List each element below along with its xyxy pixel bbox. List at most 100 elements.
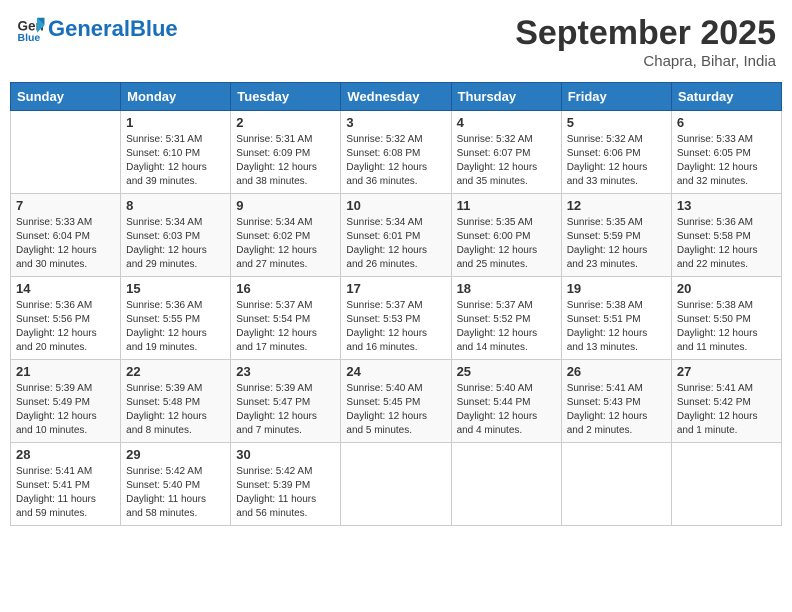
cell-daylight-info: Sunrise: 5:36 AM Sunset: 5:55 PM Dayligh… bbox=[126, 299, 225, 355]
calendar-cell: 25 Sunrise: 5:40 AM Sunset: 5:44 PM Dayli… bbox=[451, 360, 561, 443]
cell-daylight-info: Sunrise: 5:32 AM Sunset: 6:07 PM Dayligh… bbox=[457, 133, 556, 189]
day-number: 16 bbox=[236, 281, 335, 296]
calendar-cell bbox=[451, 443, 561, 526]
day-number: 15 bbox=[126, 281, 225, 296]
calendar-cell: 12Sunrise: 5:35 AM Sunset: 5:59 PM Dayli… bbox=[561, 194, 671, 277]
cell-daylight-info: Sunrise: 5:34 AM Sunset: 6:03 PM Dayligh… bbox=[126, 216, 225, 272]
calendar-cell: 9 Sunrise: 5:34 AM Sunset: 6:02 PM Daylig… bbox=[231, 194, 341, 277]
cell-daylight-info: Sunrise: 5:37 AM Sunset: 5:54 PM Dayligh… bbox=[236, 299, 335, 355]
day-number: 5 bbox=[567, 115, 666, 130]
calendar-cell: 2 Sunrise: 5:31 AM Sunset: 6:09 PM Daylig… bbox=[231, 111, 341, 194]
day-number: 18 bbox=[457, 281, 556, 296]
weekday-header: Saturday bbox=[671, 83, 781, 111]
cell-daylight-info: Sunrise: 5:41 AM Sunset: 5:43 PM Dayligh… bbox=[567, 382, 666, 438]
calendar-week-row: 28Sunrise: 5:41 AM Sunset: 5:41 PM Dayli… bbox=[11, 443, 782, 526]
cell-daylight-info: Sunrise: 5:33 AM Sunset: 6:04 PM Dayligh… bbox=[16, 216, 115, 272]
day-number: 29 bbox=[126, 447, 225, 462]
calendar-cell: 19 Sunrise: 5:38 AM Sunset: 5:51 PM Dayli… bbox=[561, 277, 671, 360]
cell-daylight-info: Sunrise: 5:42 AM Sunset: 5:40 PM Dayligh… bbox=[126, 465, 225, 521]
calendar-cell bbox=[11, 111, 121, 194]
cell-daylight-info: Sunrise: 5:41 AM Sunset: 5:42 PM Dayligh… bbox=[677, 382, 776, 438]
calendar-cell: 13 Sunrise: 5:36 AM Sunset: 5:58 PM Dayli… bbox=[671, 194, 781, 277]
day-number: 4 bbox=[457, 115, 556, 130]
month-title: September 2025 bbox=[515, 14, 776, 53]
calendar-cell: 14 Sunrise: 5:36 AM Sunset: 5:56 PM Dayli… bbox=[11, 277, 121, 360]
calendar-cell: 18 Sunrise: 5:37 AM Sunset: 5:52 PM Dayli… bbox=[451, 277, 561, 360]
calendar-cell: 27 Sunrise: 5:41 AM Sunset: 5:42 PM Dayli… bbox=[671, 360, 781, 443]
svg-text:Blue: Blue bbox=[18, 32, 41, 44]
calendar-cell: 26Sunrise: 5:41 AM Sunset: 5:43 PM Dayli… bbox=[561, 360, 671, 443]
cell-daylight-info: Sunrise: 5:39 AM Sunset: 5:49 PM Dayligh… bbox=[16, 382, 115, 438]
calendar-cell: 17 Sunrise: 5:37 AM Sunset: 5:53 PM Dayli… bbox=[341, 277, 451, 360]
cell-daylight-info: Sunrise: 5:32 AM Sunset: 6:06 PM Dayligh… bbox=[567, 133, 666, 189]
cell-daylight-info: Sunrise: 5:36 AM Sunset: 5:56 PM Dayligh… bbox=[16, 299, 115, 355]
day-number: 27 bbox=[677, 364, 776, 379]
day-number: 25 bbox=[457, 364, 556, 379]
weekday-header: Thursday bbox=[451, 83, 561, 111]
cell-daylight-info: Sunrise: 5:35 AM Sunset: 6:00 PM Dayligh… bbox=[457, 216, 556, 272]
day-number: 30 bbox=[236, 447, 335, 462]
cell-daylight-info: Sunrise: 5:42 AM Sunset: 5:39 PM Dayligh… bbox=[236, 465, 335, 521]
calendar-cell: 10Sunrise: 5:34 AM Sunset: 6:01 PM Dayli… bbox=[341, 194, 451, 277]
cell-daylight-info: Sunrise: 5:36 AM Sunset: 5:58 PM Dayligh… bbox=[677, 216, 776, 272]
calendar-cell bbox=[671, 443, 781, 526]
cell-daylight-info: Sunrise: 5:34 AM Sunset: 6:02 PM Dayligh… bbox=[236, 216, 335, 272]
calendar-cell: 22 Sunrise: 5:39 AM Sunset: 5:48 PM Dayli… bbox=[121, 360, 231, 443]
calendar-cell: 23 Sunrise: 5:39 AM Sunset: 5:47 PM Dayli… bbox=[231, 360, 341, 443]
day-number: 24 bbox=[346, 364, 445, 379]
day-number: 19 bbox=[567, 281, 666, 296]
cell-daylight-info: Sunrise: 5:39 AM Sunset: 5:48 PM Dayligh… bbox=[126, 382, 225, 438]
cell-daylight-info: Sunrise: 5:31 AM Sunset: 6:09 PM Dayligh… bbox=[236, 133, 335, 189]
cell-daylight-info: Sunrise: 5:40 AM Sunset: 5:44 PM Dayligh… bbox=[457, 382, 556, 438]
calendar-cell: 30 Sunrise: 5:42 AM Sunset: 5:39 PM Dayli… bbox=[231, 443, 341, 526]
calendar-cell: 16 Sunrise: 5:37 AM Sunset: 5:54 PM Dayli… bbox=[231, 277, 341, 360]
title-block: September 2025 Chapra, Bihar, India bbox=[515, 14, 776, 70]
cell-daylight-info: Sunrise: 5:38 AM Sunset: 5:51 PM Dayligh… bbox=[567, 299, 666, 355]
calendar-cell bbox=[561, 443, 671, 526]
calendar-cell: 1 Sunrise: 5:31 AM Sunset: 6:10 PM Daylig… bbox=[121, 111, 231, 194]
day-number: 28 bbox=[16, 447, 115, 462]
weekday-header-row: SundayMondayTuesdayWednesdayThursdayFrid… bbox=[11, 83, 782, 111]
calendar-table: SundayMondayTuesdayWednesdayThursdayFrid… bbox=[10, 82, 782, 526]
day-number: 13 bbox=[677, 198, 776, 213]
calendar-cell: 3Sunrise: 5:32 AM Sunset: 6:08 PM Daylig… bbox=[341, 111, 451, 194]
cell-daylight-info: Sunrise: 5:37 AM Sunset: 5:53 PM Dayligh… bbox=[346, 299, 445, 355]
day-number: 22 bbox=[126, 364, 225, 379]
day-number: 2 bbox=[236, 115, 335, 130]
logo-general: General bbox=[48, 16, 130, 41]
calendar-cell: 28Sunrise: 5:41 AM Sunset: 5:41 PM Dayli… bbox=[11, 443, 121, 526]
weekday-header: Wednesday bbox=[341, 83, 451, 111]
calendar-cell: 4 Sunrise: 5:32 AM Sunset: 6:07 PM Daylig… bbox=[451, 111, 561, 194]
day-number: 20 bbox=[677, 281, 776, 296]
calendar-cell: 15 Sunrise: 5:36 AM Sunset: 5:55 PM Dayli… bbox=[121, 277, 231, 360]
calendar-cell: 5 Sunrise: 5:32 AM Sunset: 6:06 PM Daylig… bbox=[561, 111, 671, 194]
day-number: 9 bbox=[236, 198, 335, 213]
cell-daylight-info: Sunrise: 5:37 AM Sunset: 5:52 PM Dayligh… bbox=[457, 299, 556, 355]
day-number: 7 bbox=[16, 198, 115, 213]
day-number: 23 bbox=[236, 364, 335, 379]
calendar-cell: 7 Sunrise: 5:33 AM Sunset: 6:04 PM Daylig… bbox=[11, 194, 121, 277]
day-number: 6 bbox=[677, 115, 776, 130]
calendar-week-row: 1 Sunrise: 5:31 AM Sunset: 6:10 PM Daylig… bbox=[11, 111, 782, 194]
cell-daylight-info: Sunrise: 5:34 AM Sunset: 6:01 PM Dayligh… bbox=[346, 216, 445, 272]
day-number: 14 bbox=[16, 281, 115, 296]
calendar-cell: 20 Sunrise: 5:38 AM Sunset: 5:50 PM Dayli… bbox=[671, 277, 781, 360]
calendar-cell: 21Sunrise: 5:39 AM Sunset: 5:49 PM Dayli… bbox=[11, 360, 121, 443]
cell-daylight-info: Sunrise: 5:33 AM Sunset: 6:05 PM Dayligh… bbox=[677, 133, 776, 189]
weekday-header: Monday bbox=[121, 83, 231, 111]
page-header: Gen Blue GeneralBlue September 2025 Chap… bbox=[10, 10, 782, 74]
location-subtitle: Chapra, Bihar, India bbox=[515, 53, 776, 70]
day-number: 12 bbox=[567, 198, 666, 213]
calendar-cell: 24 Sunrise: 5:40 AM Sunset: 5:45 PM Dayli… bbox=[341, 360, 451, 443]
day-number: 17 bbox=[346, 281, 445, 296]
weekday-header: Friday bbox=[561, 83, 671, 111]
cell-daylight-info: Sunrise: 5:39 AM Sunset: 5:47 PM Dayligh… bbox=[236, 382, 335, 438]
cell-daylight-info: Sunrise: 5:31 AM Sunset: 6:10 PM Dayligh… bbox=[126, 133, 225, 189]
calendar-cell: 11Sunrise: 5:35 AM Sunset: 6:00 PM Dayli… bbox=[451, 194, 561, 277]
day-number: 8 bbox=[126, 198, 225, 213]
weekday-header: Tuesday bbox=[231, 83, 341, 111]
cell-daylight-info: Sunrise: 5:40 AM Sunset: 5:45 PM Dayligh… bbox=[346, 382, 445, 438]
day-number: 1 bbox=[126, 115, 225, 130]
cell-daylight-info: Sunrise: 5:38 AM Sunset: 5:50 PM Dayligh… bbox=[677, 299, 776, 355]
calendar-week-row: 14 Sunrise: 5:36 AM Sunset: 5:56 PM Dayli… bbox=[11, 277, 782, 360]
